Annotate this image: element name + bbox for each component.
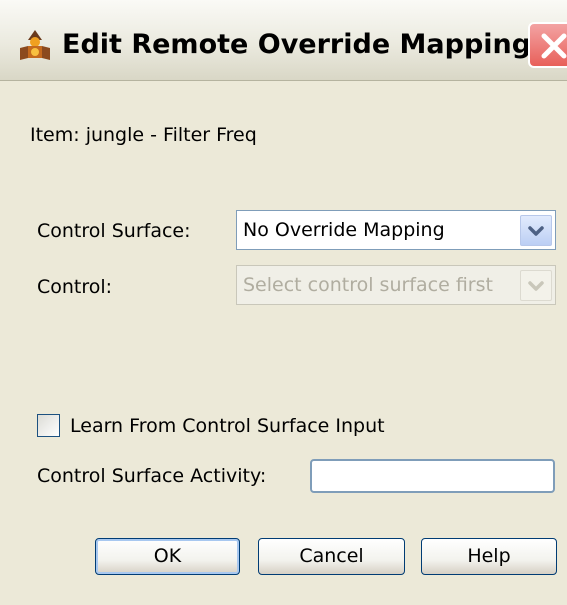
cancel-button[interactable]: Cancel xyxy=(258,538,405,575)
activity-label: Control Surface Activity: xyxy=(37,465,267,487)
chevron-down-icon xyxy=(528,226,544,236)
activity-field xyxy=(310,459,555,493)
control-surface-label: Control Surface: xyxy=(37,220,191,242)
control-value: Select control surface first xyxy=(243,274,493,296)
learn-checkbox[interactable] xyxy=(37,414,60,437)
title-bar[interactable]: Edit Remote Override Mapping xyxy=(0,0,567,81)
window-title: Edit Remote Override Mapping xyxy=(62,29,532,60)
close-icon xyxy=(541,33,567,59)
dropdown-button[interactable] xyxy=(520,215,552,246)
chevron-down-icon xyxy=(528,281,544,291)
item-label: Item: jungle - Filter Freq xyxy=(30,124,257,146)
control-surface-select[interactable]: No Override Mapping xyxy=(236,210,556,250)
reason-app-icon xyxy=(20,30,50,60)
control-label: Control: xyxy=(37,276,113,298)
dropdown-button-disabled xyxy=(520,270,552,301)
help-button[interactable]: Help xyxy=(421,538,557,575)
control-surface-value: No Override Mapping xyxy=(243,219,445,241)
ok-button[interactable]: OK xyxy=(95,538,240,575)
control-select[interactable]: Select control surface first xyxy=(236,265,556,305)
learn-checkbox-label[interactable]: Learn From Control Surface Input xyxy=(70,415,385,437)
close-button[interactable] xyxy=(528,22,567,68)
